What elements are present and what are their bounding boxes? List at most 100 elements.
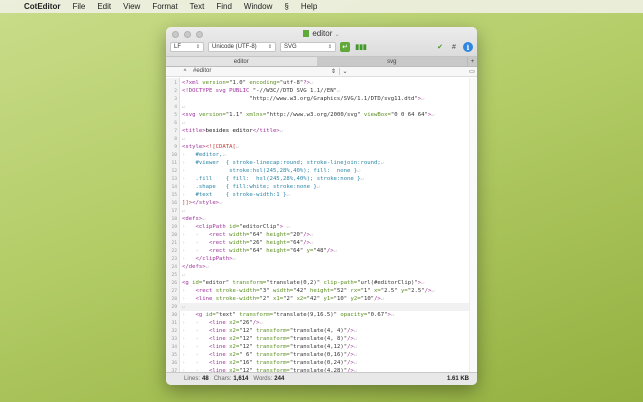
code-token: ↵ [232,256,236,262]
code-line[interactable]: 19 › <clipPath id="editorClip"> ↵ [166,223,477,231]
code-token: <defs> [182,216,203,222]
code-token: <g [195,312,206,318]
menu-find[interactable]: Find [216,2,232,11]
code-line[interactable]: 24 </defs>↵ [166,263,477,271]
code-token: ↵ [431,112,435,118]
code-line[interactable]: 18 <defs>↵ [166,215,477,223]
encoding-select[interactable]: Unicode (UTF-8) ⇕ [208,42,276,52]
invisibles-icon[interactable]: ▮▮▮ [354,42,368,52]
code-line[interactable]: 5 <svg version="1.1" xmlns="http://www.w3… [166,111,477,119]
split-editor-icon[interactable]: ▭ [467,68,477,75]
code-line[interactable]: 31 › › <line x2="26"/>↵ [166,319,477,327]
chevron-down-icon[interactable]: ⌄ [340,68,350,75]
code-token: "12" [239,344,257,350]
add-tab-button[interactable]: + [467,57,477,66]
code-token: "utf-8" [279,80,304,86]
code-token: y1= [323,296,334,302]
code-token: "12" [239,328,257,334]
navigation-bar: ^ #editor ⇕ ⌄ ▭ [166,67,477,77]
syntax-select[interactable]: SVG ⇕ [280,42,336,52]
menu-edit[interactable]: Edit [97,2,111,11]
code-line[interactable]: 6 ↵ [166,119,477,127]
code-token: height= [310,288,334,294]
code-line[interactable]: 2 <!DOCTYPE svg PUBLIC "-//W3C//DTD SVG 1… [166,87,477,95]
code-line[interactable]: 7 <title>besides editor</title>↵ [166,127,477,135]
code-line[interactable]: 20 › › <rect width="64" height="20"/>↵ [166,231,477,239]
code-line[interactable]: 34 › › <line x2="12" transform="translate… [166,343,477,351]
code-line[interactable]: 21 › › <rect width="26" height="64"/>↵ [166,239,477,247]
code-line[interactable]: 33 › › <line x2="12" transform="translate… [166,335,477,343]
code-line[interactable]: 23 › </clipPath>↵ [166,255,477,263]
code-editor[interactable]: 1 <?xml version="1.0" encoding="utf-8"?>↵… [166,78,477,372]
window-title[interactable]: editor ⌄ [166,29,477,38]
code-line[interactable]: 12 › stroke:hsl(245,28%,40%); fill: none … [166,167,477,175]
code-line[interactable]: 8 ↵ [166,135,477,143]
code-line[interactable]: 15 › #text { stroke-width:1 }↵ [166,191,477,199]
wrap-lines-icon[interactable]: ↵ [340,42,350,52]
code-token: ↵ [421,96,425,102]
code-line[interactable]: 26 <g id="editor" transform="translate(0,… [166,279,477,287]
script-menu-icon[interactable]: § [284,2,288,11]
code-token: height= [266,248,290,254]
code-token: <line [195,296,216,302]
code-line[interactable]: 25 ↵ [166,271,477,279]
menu-app[interactable]: CotEditor [24,2,60,11]
code-line[interactable]: 9 <style><![CDATA[↵ [166,143,477,151]
code-token: › › [182,240,209,246]
code-token: x1= [272,296,284,302]
code-token: ↵ [279,128,284,134]
code-token: ↵ [380,160,385,166]
menu-view[interactable]: View [123,2,140,11]
chevron-up-icon[interactable]: ^ [180,69,190,75]
code-token: › › [182,320,209,326]
code-line[interactable]: 30 › <g id="text" transform="translate(9,… [166,311,477,319]
menu-file[interactable]: File [72,2,85,11]
code-line[interactable]: 28 › <line stroke-width="2" x1="2" x2="42… [166,295,477,303]
info-icon[interactable]: i [463,42,473,52]
code-line[interactable]: 13 › .fill { fill: hsl(245,28%,40%); stro… [166,175,477,183]
code-line[interactable]: 35 › › <line x2=" 6" transform="translate… [166,351,477,359]
vertical-scrollbar[interactable] [469,78,477,372]
menu-text[interactable]: Text [190,2,205,11]
code-token: "42" [306,296,324,302]
outline-menu[interactable]: #editor ⇕ [190,68,340,75]
code-token: transform= [256,336,290,342]
file-size: 1.61 KB [446,376,469,382]
menu-format[interactable]: Format [152,2,177,11]
code-token: "16" [239,360,257,366]
code-token: ↵ [353,344,358,350]
code-token: ↵ [333,248,338,254]
encoding-value: Unicode (UTF-8) [212,44,257,50]
code-token: "2.5" [380,288,402,294]
tab-editor[interactable]: editor [166,57,317,66]
code-token: width= [229,240,250,246]
code-line[interactable]: 4 ↵ [166,103,477,111]
code-line[interactable]: 36 › › <line x2="16" transform="translate… [166,359,477,367]
code-token: height= [266,232,290,238]
code-token: /> [347,344,354,350]
code-token: /> [347,352,354,358]
code-line[interactable]: 10 › #editor,↵ [166,151,477,159]
code-token: <title> [182,128,206,134]
code-token: "text" [215,312,240,318]
code-line[interactable]: 22 › › <rect width="64" height="64" y="48… [166,247,477,255]
code-token: ↵ [235,144,240,150]
tab-svg[interactable]: svg [317,57,468,66]
code-line[interactable]: 14 › .shape { fill:white; stroke:none }↵ [166,183,477,191]
code-line[interactable]: 16]]></style>↵ [166,199,477,207]
line-ending-select[interactable]: LF ⇕ [170,42,204,52]
code-token: transform= [256,360,290,366]
code-line[interactable]: 1 <?xml version="1.0" encoding="utf-8"?>↵ [166,79,477,87]
color-code-icon[interactable]: # [449,42,459,52]
code-line[interactable]: 29 ↵ [166,303,477,311]
code-line[interactable]: 11 › #viewer { stroke-linecap:round; stro… [166,159,477,167]
code-token: "48" [313,248,327,254]
code-line[interactable]: 17 ↵ [166,207,477,215]
spell-check-icon[interactable]: ✔ [435,42,445,52]
code-line[interactable]: 32 › › <line x2="12" transform="translate… [166,327,477,335]
code-line[interactable]: 3 "http://www.w3.org/Graphics/SVG/1.1/DT… [166,95,477,103]
outline-current: #editor [193,68,212,74]
code-line[interactable]: 27 › <rect stroke-width="3" width="42" he… [166,287,477,295]
menu-window[interactable]: Window [244,2,272,11]
menu-help[interactable]: Help [301,2,317,11]
